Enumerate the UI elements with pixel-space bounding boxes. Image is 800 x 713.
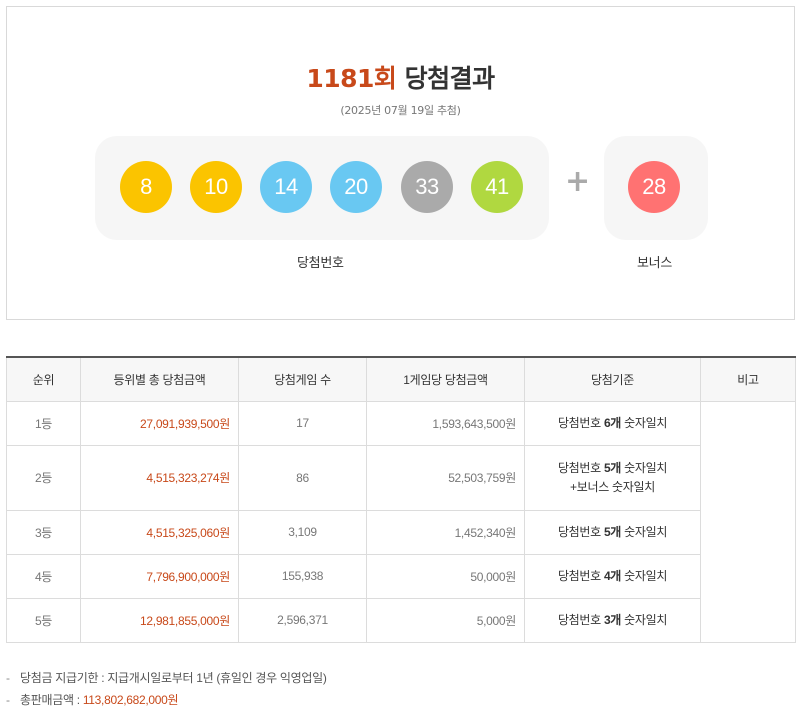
ball-5: 33 [401,161,453,213]
table-row: 4등 7,796,900,000원 155,938 50,000원 당첨번호 4… [6,553,796,599]
draw-result-panel: 1181회 당첨결과 (2025년 07월 19일 추첨) 8 10 14 20… [6,6,795,320]
criteria-text: 숫자일치 [621,524,668,539]
header-rank: 순위 [6,357,81,402]
header-criteria: 당첨기준 [524,357,701,402]
ball-3: 14 [260,161,312,213]
total-prize-cell: 27,091,939,500원 [80,400,239,446]
criteria-text: 숫자일치 [621,415,668,430]
header-remarks: 비고 [700,357,796,402]
prize-table: 순위 등위별 총 당첨금액 당첨게임 수 1게임당 당첨금액 당첨기준 비고 1… [6,356,796,643]
notes-list: - 당첨금 지급기한 : 지급개시일로부터 1년 (휴일인 경우 익영업일) -총… [6,669,327,713]
table-row: 2등 4,515,323,274원 86 52,503,759원 당첨번호 5개… [6,444,796,511]
criteria-text: 당첨번호 [557,415,604,430]
criteria-count: 6개 [603,415,622,430]
ball-1: 8 [120,161,172,213]
criteria-text: 숫자일치 [621,460,668,475]
rank-cell: 2등 [6,444,81,511]
total-prize-cell: 4,515,323,274원 [80,444,239,511]
table-row: 5등 12,981,855,000원 2,596,371 5,000원 당첨번호… [6,597,796,643]
note-payment-deadline: - 당첨금 지급기한 : 지급개시일로부터 1년 (휴일인 경우 익영업일) [6,669,327,691]
criteria-cell: 당첨번호 4개 숫자일치 [524,553,701,599]
criteria-text: 당첨번호 [557,460,604,475]
ball-2: 10 [190,161,242,213]
payment-deadline-text: 당첨금 지급기한 : 지급개시일로부터 1년 (휴일인 경우 익영업일) [20,671,327,685]
draw-title-text: 당첨결과 [404,64,496,93]
criteria-text: 숫자일치 [621,568,668,583]
dash-icon: - [6,693,10,707]
winning-games-cell: 17 [238,400,367,446]
winning-games-cell: 155,938 [238,553,367,599]
table-row: 1등 27,091,939,500원 17 1,593,643,500원 당첨번… [6,400,796,643]
note-total-sales: - 총판매금액 : 113,802,682,000원 [6,691,327,713]
criteria-cell: 당첨번호 5개 숫자일치 [524,509,701,555]
criteria-bonus-text: +보너스 숫자일치 [570,479,655,494]
header-total-prize: 등위별 총 당첨금액 [80,357,239,402]
rank-cell: 1등 [6,400,81,446]
rank-cell: 3등 [6,509,81,555]
table-header-row: 순위 등위별 총 당첨금액 당첨게임 수 1게임당 당첨금액 당첨기준 비고 [6,357,796,402]
rank-cell: 5등 [6,597,81,643]
table-row: 3등 4,515,325,060원 3,109 1,452,340원 당첨번호 … [6,509,796,555]
plus-icon: + [565,164,591,199]
total-sales-value: 113,802,682,000원 [82,693,179,707]
bonus-ball: 28 [628,161,680,213]
criteria-cell: 당첨번호 5개 숫자일치 +보너스 숫자일치 [524,444,701,511]
prize-per-game-cell: 1,452,340원 [366,509,525,555]
winning-games-cell: 86 [238,444,367,511]
total-sales-label: 총판매금액 : [20,693,83,707]
prize-per-game-cell: 5,000원 [366,597,525,643]
criteria-text: 숫자일치 [621,612,668,627]
dash-icon: - [6,671,10,685]
criteria-text: 당첨번호 [557,568,604,583]
criteria-cell: 당첨번호 3개 숫자일치 [524,597,701,643]
bonus-caption: 보너스 [637,256,672,271]
draw-number-suffix: 회 [373,64,397,93]
criteria-count: 3개 [603,612,622,627]
criteria-count: 5개 [603,524,622,539]
criteria-text: 당첨번호 [557,524,604,539]
prize-per-game-cell: 52,503,759원 [366,444,525,511]
total-prize-cell: 4,515,325,060원 [80,509,239,555]
header-prize-per-game: 1게임당 당첨금액 [366,357,525,402]
remarks-cell [700,400,796,643]
draw-number: 1181 [306,64,374,93]
header-winning-games: 당첨게임 수 [238,357,367,402]
draw-date: (2025년 07월 19일 추첨) [340,104,461,117]
winning-games-cell: 2,596,371 [238,597,367,643]
ball-4: 20 [330,161,382,213]
prize-per-game-cell: 1,593,643,500원 [366,400,525,446]
total-prize-cell: 7,796,900,000원 [80,553,239,599]
draw-title: 1181회 당첨결과 [7,59,794,95]
total-prize-cell: 12,981,855,000원 [80,597,239,643]
winning-numbers-caption: 당첨번호 [297,256,344,271]
criteria-count: 5개 [603,460,622,475]
criteria-text: 당첨번호 [557,612,604,627]
winning-games-cell: 3,109 [238,509,367,555]
rank-cell: 4등 [6,553,81,599]
criteria-cell: 당첨번호 6개 숫자일치 [524,400,701,446]
prize-per-game-cell: 50,000원 [366,553,525,599]
ball-6: 41 [471,161,523,213]
criteria-count: 4개 [603,568,622,583]
